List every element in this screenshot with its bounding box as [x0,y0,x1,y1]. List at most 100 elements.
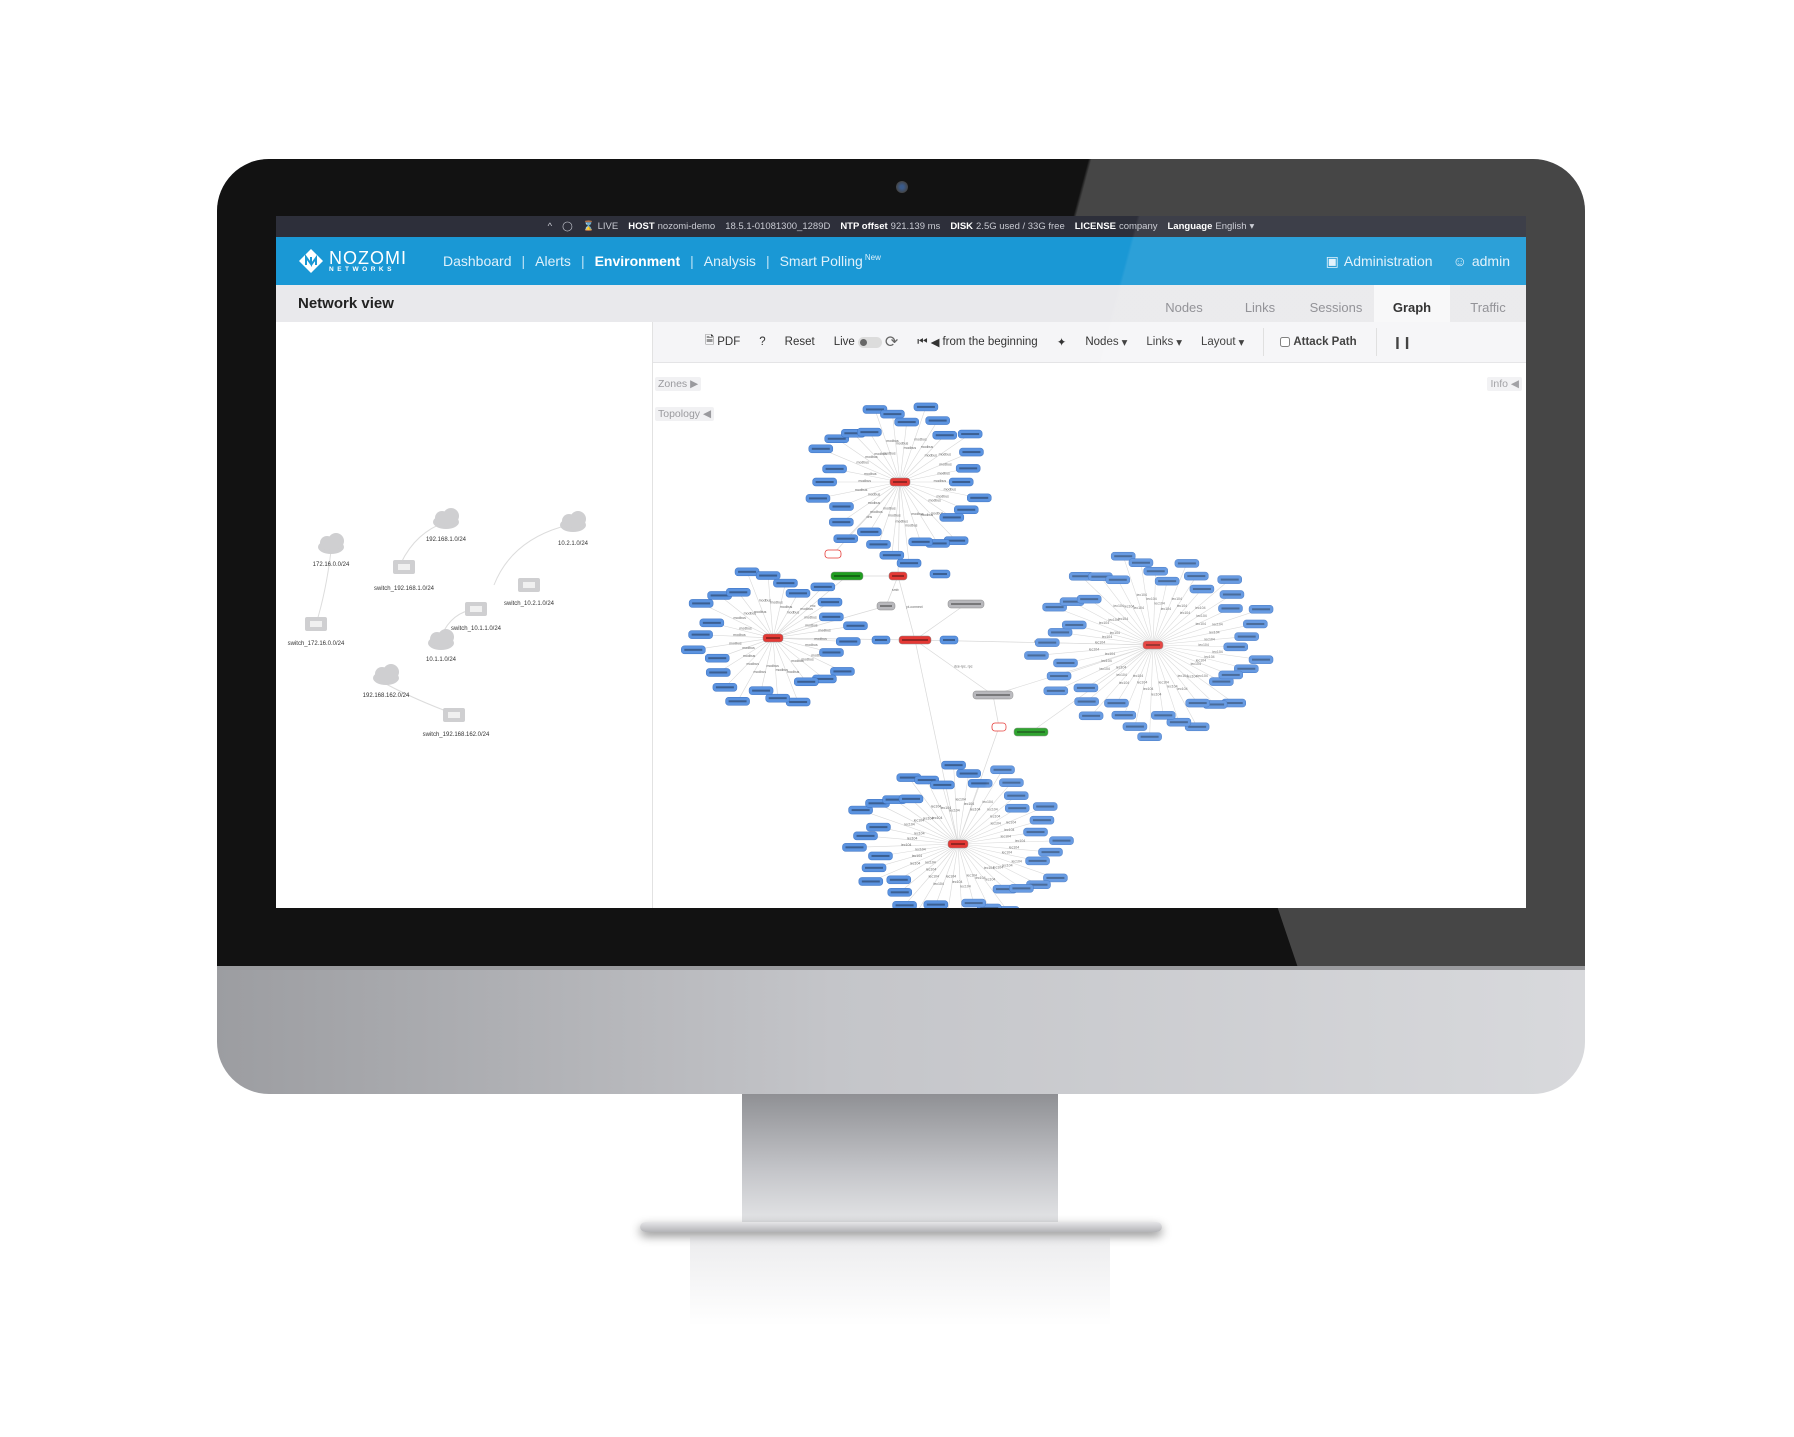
links-dropdown[interactable]: Links ▾ [1146,335,1182,349]
tab-links[interactable]: Links [1222,285,1298,322]
edge-protocol-label: iec104 [1212,622,1222,626]
live-toggle[interactable]: Live ⟳ [834,332,899,352]
device-node-label [1220,578,1239,581]
edge-protocol-label: iec104 [1154,601,1164,605]
tab-graph[interactable]: Graph [1374,285,1450,322]
hub-node-label [892,575,904,577]
nozomi-logo[interactable]: NOZOMI NETWORKS [298,248,407,274]
edge-protocol-label: modbus [739,627,752,631]
device-node-label [1237,667,1256,670]
nav-alerts[interactable]: Alerts [535,253,571,269]
subnet-cloud-icon[interactable] [373,664,399,685]
attack-path-checkbox[interactable] [1280,337,1291,347]
nav-environment[interactable]: Environment [595,253,681,269]
magic-wand-button[interactable]: ✦ [1057,335,1067,349]
device-node-label [1027,654,1046,657]
user-menu[interactable]: ☺ admin [1453,253,1510,269]
edge-protocol-label: iec104 [990,814,1000,818]
device-node-label [815,481,834,483]
host-node[interactable] [824,549,842,559]
edge-protocol-label: iec104 [929,875,939,879]
device-node-label [1158,580,1177,583]
device-node-label [1041,851,1060,854]
subnet-cloud-icon[interactable] [433,508,459,529]
pdf-button[interactable]: 🗎 PDF [705,333,740,352]
edge-protocol-label: iec104 [1101,659,1111,663]
host-node[interactable] [991,722,1007,732]
switch-icon[interactable] [305,617,327,631]
edge-protocol-label: iec104 [926,868,936,872]
device-node-label [1056,661,1075,664]
nav-menu: Dashboard | Alerts | Environment | Analy… [443,253,881,269]
info-toggle[interactable]: Info ◀ [1487,377,1522,391]
user-icon: ☺ [1452,253,1467,269]
device-node-label [933,573,947,575]
switch-icon[interactable] [393,560,415,574]
hub-node-label [1146,644,1160,646]
visibility-icon[interactable]: ◯ [562,221,573,232]
host-info: HOST nozomi-demo [628,221,716,232]
edge-protocol-label: pi-connect [907,605,923,609]
device-node-label [1050,675,1069,678]
switch-icon[interactable] [518,578,540,592]
help-button[interactable]: ? [759,336,765,348]
edge-protocol-label: modbus [939,463,952,467]
tab-traffic[interactable]: Traffic [1450,285,1526,322]
device-node-label [768,697,787,700]
edge-protocol-label: iec104 [1004,828,1014,832]
graph-canvas[interactable]: modbusmodbusmodbusmodbusmodbusmodbusmodb… [653,363,1526,908]
monitor-icon: ▣ [1325,252,1339,269]
device-node-label [962,451,981,454]
subnet-cloud-icon[interactable] [428,629,454,650]
pause-button[interactable]: ❙❙ [1393,335,1412,349]
device-node-label [1107,702,1126,705]
device-node-label [684,648,703,651]
topology-diagram[interactable]: 172.16.0.0/24 switch_172.16.0.0/24 192.168… [276,322,652,908]
gateway-node-label [834,575,860,577]
device-node-label [883,413,902,416]
edge-protocol-label: iec104 [1195,606,1205,610]
switch-icon[interactable] [465,602,487,616]
device-node-label [822,615,841,618]
ntp-info: NTP offset 921.139 ms [840,221,941,232]
administration-link[interactable]: ▣ Administration [1326,253,1433,270]
layout-dropdown[interactable]: Layout ▾ [1201,335,1244,349]
device-node-label [1146,570,1165,573]
zones-toggle[interactable]: Zones ▶ [655,377,702,391]
nav-analysis[interactable]: Analysis [704,253,756,269]
subnet-label: 192.168.162.0/24 [363,693,410,699]
device-node-label [1076,686,1095,689]
nav-dashboard[interactable]: Dashboard [443,253,512,269]
edge-protocol-label: iec104 [1002,850,1012,854]
skip-back-icon: ⏮ [917,335,928,348]
subnet-cloud-icon[interactable] [560,511,586,532]
language-select[interactable]: Language English ▾ [1168,221,1255,232]
edge-protocol-label: iec104 [960,884,970,888]
device-node-label [1192,588,1211,591]
switch-icon[interactable] [443,708,465,722]
live-switch[interactable] [857,336,882,348]
topology-toggle[interactable]: Topology ◀ [655,407,715,421]
reset-button[interactable]: Reset [785,336,815,348]
device-node-label [708,657,727,660]
from-beginning-button[interactable]: ⏮ ◀ from the beginning [917,335,1037,350]
refresh-icon[interactable]: ⟳ [885,332,898,352]
switch-label: switch_10.2.1.0/24 [504,601,555,607]
tab-sessions[interactable]: Sessions [1298,285,1374,322]
nav-smart-polling[interactable]: Smart Polling New [780,253,881,269]
disk-info: DISK 2.5G used / 33G free [950,221,1065,232]
device-node-label [1212,680,1231,683]
nodes-dropdown[interactable]: Nodes ▾ [1085,335,1127,349]
attack-path-toggle[interactable]: Attack Path [1280,336,1357,348]
tab-nodes[interactable]: Nodes [1146,285,1222,322]
subnet-cloud-icon[interactable] [318,533,344,554]
device-node-label [875,639,887,641]
device-node-label [1026,831,1045,834]
device-node-label [692,602,711,605]
device-node-label [813,585,832,588]
collapse-icon[interactable]: ^ [548,221,552,232]
network-graph[interactable]: modbus modbus modbus modbus modbus modbus modb… [653,363,1526,908]
device-node-label [944,764,963,767]
edge-protocol-label: iec104 [952,880,962,884]
device-node-label [860,431,879,434]
